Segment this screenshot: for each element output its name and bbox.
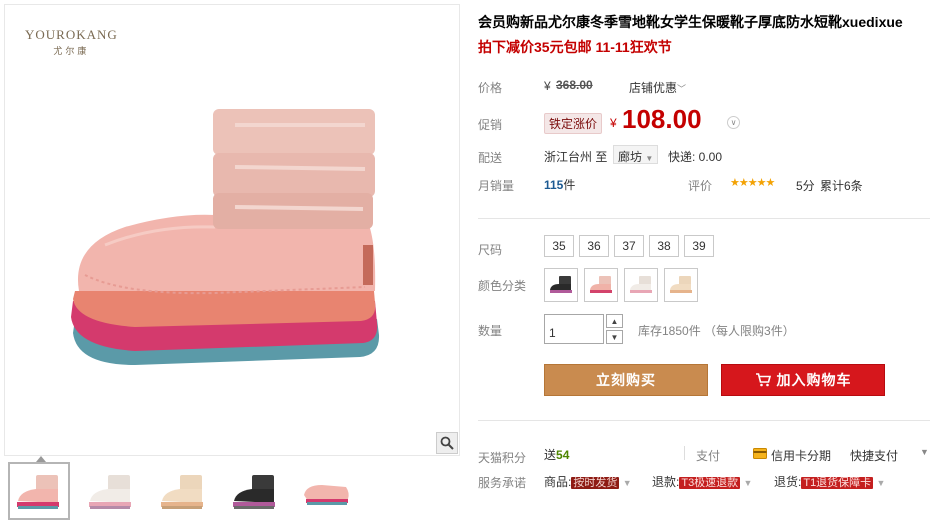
points-value: 送54 [544, 446, 569, 463]
thumbnail-pink[interactable] [8, 456, 70, 520]
thumbnail-strip [8, 456, 368, 520]
sales-count: 115 [544, 178, 564, 192]
quantity-label: 数量 [478, 324, 503, 338]
ship-destination: 廊坊 [618, 150, 643, 164]
ship-to-word: 至 [595, 150, 608, 164]
quantity-input[interactable] [544, 314, 604, 344]
pay-credit-installment[interactable]: 信用卡分期 [771, 447, 831, 464]
color-option-black[interactable] [544, 268, 578, 302]
thumbnail-pink-side[interactable] [296, 462, 358, 520]
divider [478, 420, 930, 421]
service-prefix: 退货: [774, 475, 802, 489]
size-option-36[interactable]: 36 [579, 235, 609, 257]
points-label: 天猫积分 [478, 451, 527, 465]
brand-logo: YOUROKANG 尤尔康 [25, 27, 118, 57]
sales-unit: 件 [563, 178, 576, 192]
ship-destination-select[interactable]: 廊坊 ▼ [613, 145, 659, 164]
rating-score: 5分 [796, 179, 815, 193]
promo-more-button[interactable]: ∨ [727, 116, 740, 129]
color-option-pink[interactable] [584, 268, 618, 302]
quantity-increase-button[interactable]: ▲ [606, 314, 623, 328]
size-option-37[interactable]: 37 [614, 235, 644, 257]
shipping-label: 配送 [478, 151, 503, 165]
divider [478, 218, 930, 219]
caret-down-icon: ▼ [610, 332, 619, 342]
promo-label: 促销 [478, 118, 503, 132]
shipping-fee: 快递: 0.00 [668, 150, 723, 164]
points-amount: 54 [556, 448, 570, 462]
ship-origin: 浙江台州 [544, 150, 593, 164]
promo-price: 108.00 [622, 104, 702, 134]
pay-label: 支付 [696, 449, 721, 463]
color-option-beige[interactable] [664, 268, 698, 302]
size-option-39[interactable]: 39 [684, 235, 714, 257]
main-product-image[interactable]: YOUROKANG 尤尔康 [4, 4, 460, 456]
product-gallery: YOUROKANG 尤尔康 [0, 0, 462, 525]
ship-from: 浙江台州 至 [544, 148, 607, 165]
service-prefix: 退款: [652, 475, 680, 489]
monthly-sales-label: 月销量 [478, 179, 515, 193]
shop-discount-dropdown[interactable]: 店铺优惠﹀ [629, 79, 686, 96]
pay-quick[interactable]: 快捷支付 [850, 447, 898, 464]
zoom-button[interactable] [436, 432, 458, 454]
chevron-down-icon: ∨ [730, 118, 737, 127]
service-prefix: 商品: [544, 475, 572, 489]
chevron-down-icon[interactable]: ▼ [920, 447, 929, 457]
thumbnail-beige[interactable] [152, 462, 214, 520]
price-label: 价格 [478, 81, 503, 95]
service-label: 服务承诺 [478, 476, 527, 490]
service-item-refund[interactable]: 退款: T3极速退款 ▼ [652, 473, 752, 490]
size-option-35[interactable]: 35 [544, 235, 574, 257]
promo-tag: 铁定涨价 [544, 113, 603, 134]
product-subtitle: 拍下减价35元包邮 11-11狂欢节 [478, 39, 672, 55]
color-label: 颜色分类 [478, 279, 527, 293]
service-tag: T1退货保障卡 [801, 477, 874, 489]
service-item-delivery[interactable]: 商品: 按时发货 ▼ [544, 473, 632, 490]
color-option-white[interactable] [624, 268, 658, 302]
stock-info: 库存1850件 （每人限购3件） [638, 324, 795, 338]
monthly-sales-value: 115件 [544, 176, 575, 193]
original-price-currency: ¥ [544, 79, 551, 93]
service-tag: 按时发货 [571, 477, 620, 489]
cart-icon [755, 373, 771, 387]
brand-name-cn: 尤尔康 [53, 46, 90, 56]
caret-up-icon: ▲ [610, 316, 619, 326]
thumbnail-white[interactable] [80, 462, 142, 520]
rating-count-link[interactable]: 累计6条 [820, 177, 863, 194]
brand-name-en: YOUROKANG [25, 27, 118, 42]
service-item-return[interactable]: 退货: T1退货保障卡 ▼ [774, 473, 885, 490]
thumbnail-black[interactable] [224, 462, 286, 520]
product-title: 会员购新品尤尔康冬季雪地靴女学生保暖靴子厚底防水短靴xuedixue [478, 14, 903, 30]
vertical-separator [684, 446, 685, 460]
magnifier-icon [440, 436, 454, 450]
size-label: 尺码 [478, 243, 503, 257]
rating-stars: ★★★★★ [730, 177, 775, 189]
promo-price-currency: ¥ [610, 116, 617, 130]
product-info-panel: 会员购新品尤尔康冬季雪地靴女学生保暖靴子厚底防水短靴xuedixue 拍下减价3… [478, 0, 930, 525]
buy-now-button[interactable]: 立刻购买 [544, 364, 708, 396]
original-price: 368.00 [556, 78, 593, 92]
size-option-38[interactable]: 38 [649, 235, 679, 257]
boot-illustration [71, 109, 380, 365]
credit-card-icon [753, 448, 767, 459]
quantity-decrease-button[interactable]: ▼ [606, 330, 623, 344]
add-to-cart-label: 加入购物车 [776, 372, 852, 388]
points-prefix: 送 [544, 448, 557, 462]
service-tag: T3极速退款 [679, 477, 741, 489]
caret-down-icon: ▼ [645, 154, 654, 163]
shop-discount-label: 店铺优惠 [629, 81, 678, 95]
chevron-down-icon: ﹀ [677, 84, 687, 94]
add-to-cart-button[interactable]: 加入购物车 [721, 364, 885, 396]
rating-label: 评价 [688, 179, 713, 193]
